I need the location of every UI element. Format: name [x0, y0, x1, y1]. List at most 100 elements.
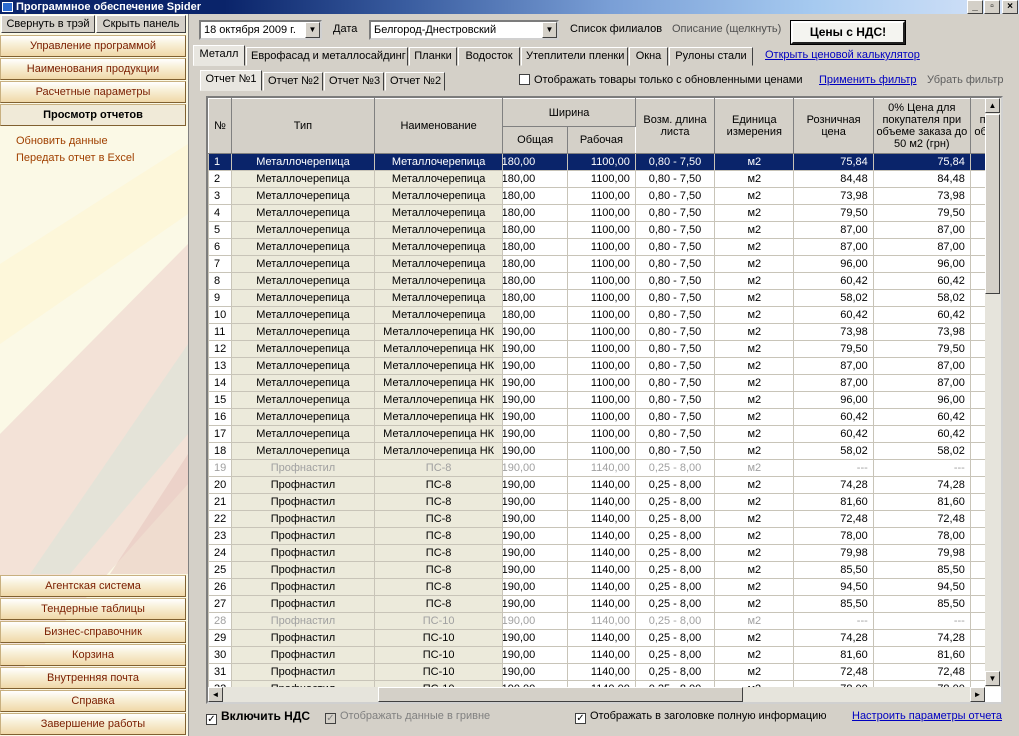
nav-help[interactable]: Справка	[0, 690, 186, 712]
row-name[interactable]: Металлочерепица	[373, 306, 504, 324]
chevron-down-icon[interactable]: ▼	[542, 22, 557, 38]
collapse-to-tray-button[interactable]: Свернуть в трэй	[1, 15, 95, 33]
header-price-3[interactable]: 3% Цена для покупателя при объеме заказа…	[969, 98, 985, 154]
configure-report-link[interactable]: Настроить параметры отчета	[852, 710, 1002, 722]
row-price-0[interactable]: 84,48	[872, 170, 971, 188]
row-length[interactable]: 0,25 - 8,00	[634, 629, 716, 647]
row-type[interactable]: Металлочерепица	[230, 391, 375, 409]
row-unit[interactable]: м2	[714, 459, 795, 477]
row-unit[interactable]: м2	[714, 306, 795, 324]
row-unit[interactable]: м2	[714, 357, 795, 375]
row-length[interactable]: 0,25 - 8,00	[634, 510, 716, 528]
row-unit[interactable]: м2	[714, 221, 795, 239]
row-width-total[interactable]: 1180,00	[502, 272, 569, 290]
vertical-scroll-thumb[interactable]	[985, 114, 1000, 294]
row-number[interactable]: 20	[208, 476, 232, 494]
row-price-3[interactable]: 77,10	[969, 340, 985, 358]
row-number[interactable]: 8	[208, 272, 232, 290]
row-number[interactable]: 19	[208, 459, 232, 477]
row-width-work[interactable]: 1100,00	[567, 306, 636, 324]
tab-insulation[interactable]: Утеплители пленки	[521, 47, 628, 66]
row-retail-price[interactable]: ---	[793, 459, 874, 477]
row-name[interactable]: Металлочерепица	[373, 170, 504, 188]
row-width-work[interactable]: 1140,00	[567, 561, 636, 579]
row-number[interactable]: 24	[208, 544, 232, 562]
maximize-button[interactable]: ▫	[984, 0, 1000, 14]
row-name[interactable]: ПС-8	[373, 578, 504, 596]
row-number[interactable]: 6	[208, 238, 232, 256]
row-price-3[interactable]: 73,56	[969, 153, 985, 171]
row-price-0[interactable]: 87,00	[872, 221, 971, 239]
row-type[interactable]: Металлочерепица	[230, 374, 375, 392]
row-price-3[interactable]: 81,96	[969, 170, 985, 188]
row-unit[interactable]: м2	[714, 255, 795, 273]
nav-tender-tables[interactable]: Тендерные таблицы	[0, 598, 186, 620]
row-width-work[interactable]: 1100,00	[567, 238, 636, 256]
row-price-3[interactable]: 79,14	[969, 493, 985, 511]
row-price-3[interactable]: 93,12	[969, 255, 985, 273]
row-type[interactable]: Металлочерепица	[230, 357, 375, 375]
row-length[interactable]: 0,25 - 8,00	[634, 578, 716, 596]
row-price-0[interactable]: 73,98	[872, 187, 971, 205]
row-width-work[interactable]: 1100,00	[567, 272, 636, 290]
row-price-0[interactable]: 74,28	[872, 476, 971, 494]
row-length[interactable]: 0,80 - 7,50	[634, 170, 716, 188]
row-price-0[interactable]: ---	[872, 459, 971, 477]
row-length[interactable]: 0,80 - 7,50	[634, 272, 716, 290]
row-width-total[interactable]: 1190,00	[502, 408, 569, 426]
checkbox-icon[interactable]	[519, 74, 530, 85]
row-price-3[interactable]: 70,32	[969, 510, 985, 528]
row-number[interactable]: 17	[208, 425, 232, 443]
header-unit[interactable]: Единица измерения	[714, 98, 795, 154]
row-price-3[interactable]: ---	[969, 459, 985, 477]
row-unit[interactable]: м2	[714, 544, 795, 562]
row-number[interactable]: 9	[208, 289, 232, 307]
row-price-3[interactable]: 82,92	[969, 561, 985, 579]
row-retail-price[interactable]: 87,00	[793, 357, 874, 375]
row-unit[interactable]: м2	[714, 153, 795, 171]
row-length[interactable]: 0,25 - 8,00	[634, 459, 716, 477]
row-name[interactable]: ПС-8	[373, 595, 504, 613]
nav-cart[interactable]: Корзина	[0, 644, 186, 666]
row-price-0[interactable]: 74,28	[872, 629, 971, 647]
row-price-0[interactable]: 58,02	[872, 442, 971, 460]
row-width-work[interactable]: 1140,00	[567, 629, 636, 647]
row-type[interactable]: Профнастил	[230, 595, 375, 613]
row-unit[interactable]: м2	[714, 323, 795, 341]
row-length[interactable]: 0,25 - 8,00	[634, 476, 716, 494]
row-name[interactable]: ПС-8	[373, 510, 504, 528]
row-retail-price[interactable]: 74,28	[793, 629, 874, 647]
row-type[interactable]: Металлочерепица	[230, 323, 375, 341]
row-number[interactable]: 31	[208, 663, 232, 681]
table-row[interactable]: 14МеталлочерепицаМеталлочерепица НК1190,…	[208, 374, 985, 392]
row-name[interactable]: ПС-8	[373, 561, 504, 579]
row-price-0[interactable]: 78,00	[872, 527, 971, 545]
row-price-3[interactable]: 71,76	[969, 323, 985, 341]
row-price-3[interactable]: 84,42	[969, 221, 985, 239]
table-row[interactable]: 3МеталлочерепицаМеталлочерепица1180,0011…	[208, 187, 985, 205]
row-width-total[interactable]: 1190,00	[502, 595, 569, 613]
row-retail-price[interactable]: 60,42	[793, 408, 874, 426]
tab-report-3[interactable]: Отчет №3	[324, 72, 384, 91]
row-retail-price[interactable]: 74,28	[793, 476, 874, 494]
row-retail-price[interactable]: 79,50	[793, 340, 874, 358]
row-price-3[interactable]: 58,62	[969, 272, 985, 290]
nav-calc-parameters[interactable]: Расчетные параметры	[0, 81, 186, 103]
row-type[interactable]: Металлочерепица	[230, 204, 375, 222]
row-type[interactable]: Профнастил	[230, 510, 375, 528]
table-row[interactable]: 15МеталлочерепицаМеталлочерепица НК1190,…	[208, 391, 985, 409]
checkmark-icon[interactable]: ✓	[575, 713, 586, 724]
scroll-left-icon[interactable]: ◄	[208, 687, 223, 702]
table-row[interactable]: 26ПрофнастилПС-81190,001140,000,25 - 8,0…	[208, 578, 985, 596]
nav-agent-system[interactable]: Агентская система	[0, 575, 186, 597]
row-width-total[interactable]: 1190,00	[502, 544, 569, 562]
row-length[interactable]: 0,80 - 7,50	[634, 340, 716, 358]
table-row[interactable]: 9МеталлочерепицаМеталлочерепица1180,0011…	[208, 289, 985, 307]
row-name[interactable]: Металлочерепица НК	[373, 357, 504, 375]
table-row[interactable]: 1МеталлочерепицаМеталлочерепица1180,0011…	[208, 153, 985, 171]
row-type[interactable]: Металлочерепица	[230, 255, 375, 273]
row-length[interactable]: 0,80 - 7,50	[634, 187, 716, 205]
row-name[interactable]: Металлочерепица	[373, 153, 504, 171]
row-unit[interactable]: м2	[714, 510, 795, 528]
row-number[interactable]: 16	[208, 408, 232, 426]
